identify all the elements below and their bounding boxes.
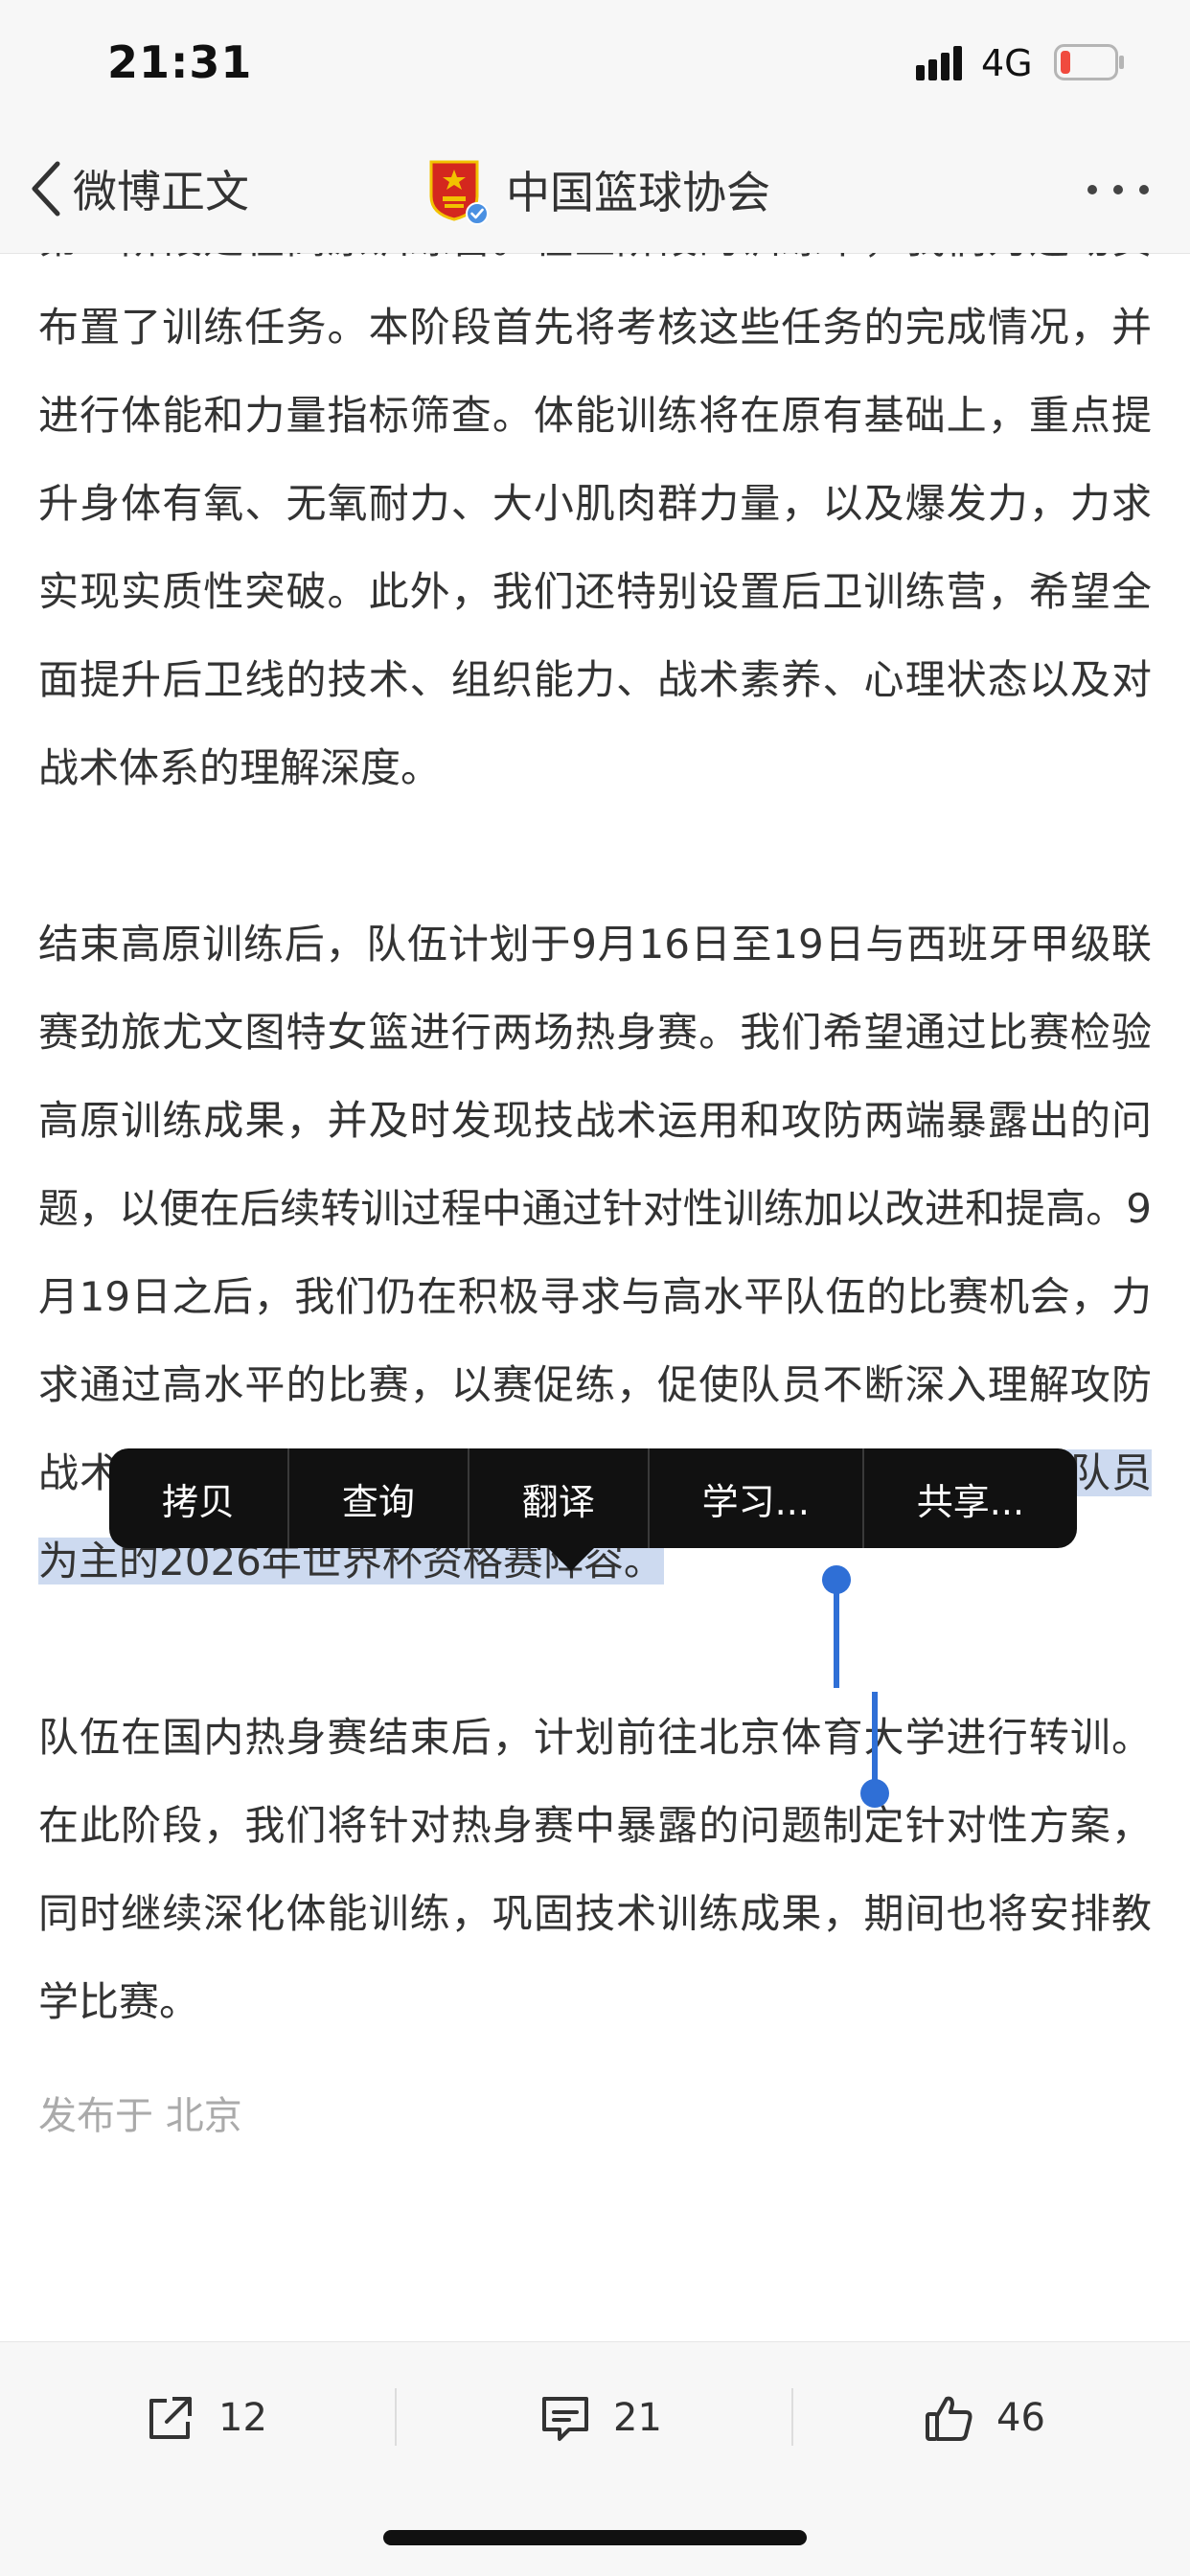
- home-indicator[interactable]: [383, 2530, 807, 2545]
- verified-badge-icon: [466, 202, 489, 225]
- menu-pointer-arrow: [546, 1546, 596, 1571]
- account-name[interactable]: 中国篮球协会: [506, 158, 770, 221]
- selection-end-handle[interactable]: [858, 1692, 891, 1811]
- selection-start-handle[interactable]: [820, 1563, 853, 1688]
- article-paragraph: 第一阶段是在高原训练营。在上阶段的训练中，我们为运动员布置了训练任务。本阶段首先…: [38, 253, 1152, 791]
- article-paragraph: 队伍在国内热身赛结束后，计划前往北京体育大学进行转训。在此阶段，我们将针对热身赛…: [38, 1714, 1152, 2025]
- more-options-icon[interactable]: [1085, 171, 1152, 209]
- comment-count: 21: [613, 2396, 662, 2440]
- article-body: 第一阶段是在高原训练营。在上阶段的训练中，我们为运动员布置了训练任务。本阶段首先…: [38, 253, 1152, 2341]
- repost-count: 12: [218, 2396, 267, 2440]
- comment-icon: [542, 2397, 588, 2441]
- battery-icon: [1054, 44, 1124, 80]
- comment-button[interactable]: 21: [538, 2384, 662, 2451]
- text-selection-menu: 拷贝 查询 翻译 学习... 共享...: [109, 1448, 1077, 1548]
- network-type: 4G: [981, 42, 1033, 84]
- publish-location: 发布于 北京: [38, 2094, 242, 2138]
- action-bar: 12 21 46: [0, 2341, 1190, 2576]
- status-time: 21:31: [107, 36, 253, 88]
- menu-translate[interactable]: 翻译: [469, 1448, 650, 1548]
- account-header[interactable]: 中国篮球协会: [425, 153, 770, 226]
- avatar[interactable]: [425, 158, 489, 225]
- menu-share[interactable]: 共享...: [864, 1448, 1077, 1548]
- menu-learn[interactable]: 学习...: [650, 1448, 864, 1548]
- action-divider: [791, 2388, 793, 2446]
- navigation-bar: 微博正文 中国篮球协会: [0, 126, 1190, 254]
- menu-copy[interactable]: 拷贝: [109, 1448, 289, 1548]
- paragraph-text: 结束高原训练后，队伍计划于9月16日至19日与西班牙甲级联赛劲旅尤文图特女篮进行…: [38, 921, 1152, 1496]
- status-bar: 21:31 4G: [0, 0, 1190, 126]
- repost-icon: [149, 2397, 192, 2439]
- repost-button[interactable]: 12: [144, 2384, 267, 2451]
- like-count: 46: [996, 2396, 1045, 2440]
- back-button[interactable]: 微博正文: [29, 155, 249, 222]
- action-divider: [395, 2388, 397, 2446]
- thumbs-up-icon: [926, 2396, 973, 2441]
- like-button[interactable]: 46: [922, 2384, 1045, 2451]
- signal-strength-icon: [916, 46, 962, 80]
- menu-lookup[interactable]: 查询: [289, 1448, 469, 1548]
- back-label: 微博正文: [73, 166, 249, 217]
- chevron-left-icon: [32, 161, 60, 217]
